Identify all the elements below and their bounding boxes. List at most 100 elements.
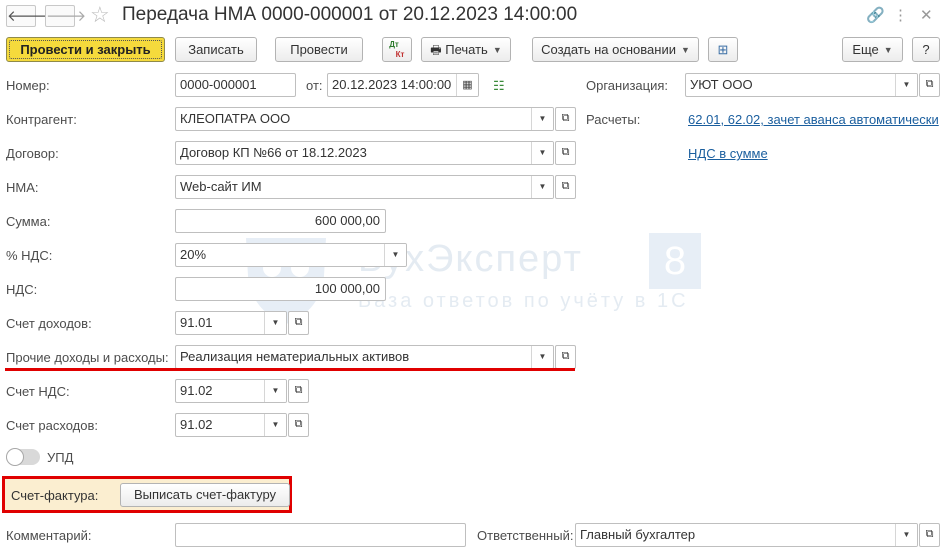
chevron-down-icon[interactable]: ▼ xyxy=(264,312,286,334)
open-icon: ⧉ xyxy=(561,146,570,158)
upd-toggle[interactable] xyxy=(6,448,40,466)
open-icon: ⧉ xyxy=(925,528,934,540)
open-icon: ⧉ xyxy=(561,350,570,362)
create-based-label: Создать на основании xyxy=(541,42,676,57)
structure-icon: ⊞ xyxy=(717,42,729,57)
printer-icon: 🖶 xyxy=(430,43,442,57)
other-income-label: Прочие доходы и расходы: xyxy=(6,350,169,365)
vat-field[interactable]: 100 000,00 xyxy=(175,277,386,301)
star-icon[interactable]: ☆ xyxy=(90,2,110,28)
chevron-down-icon[interactable]: ▼ xyxy=(895,74,917,96)
open-icon: ⧉ xyxy=(294,316,303,328)
arrow-right-icon: 🡒 xyxy=(46,8,87,25)
open-icon: ⧉ xyxy=(561,112,570,124)
print-button[interactable]: 🖶 Печать ▼ xyxy=(421,37,511,62)
chevron-down-icon[interactable]: ▼ xyxy=(531,346,553,368)
vat-rate-label: % НДС: xyxy=(6,248,53,263)
comment-field[interactable] xyxy=(175,523,466,547)
number-label: Номер: xyxy=(6,78,50,93)
help-label: ? xyxy=(922,42,930,57)
chevron-down-icon: ▼ xyxy=(883,45,893,55)
other-income-open-button[interactable]: ⧉ xyxy=(555,345,576,369)
back-button[interactable]: 🡐 xyxy=(6,5,47,27)
vat-account-field[interactable]: 91.02 ▼ xyxy=(175,379,287,403)
sum-label: Сумма: xyxy=(6,214,51,229)
expense-account-open-button[interactable]: ⧉ xyxy=(288,413,309,437)
arrow-left-icon: 🡐 xyxy=(7,8,48,25)
settlements-label: Расчеты: xyxy=(586,112,641,127)
chevron-down-icon: ▼ xyxy=(680,45,690,55)
chevron-down-icon: ▼ xyxy=(492,45,502,55)
expense-account-label: Счет расходов: xyxy=(6,418,98,433)
close-icon[interactable]: ✕ xyxy=(920,6,933,24)
chevron-down-icon[interactable]: ▼ xyxy=(531,176,553,198)
dt-kt-button[interactable]: Дт Кт xyxy=(382,37,412,62)
responsible-field[interactable]: Главный бухгалтер ▼ xyxy=(575,523,918,547)
post-label: Провести xyxy=(290,42,348,57)
settlements-link[interactable]: 62.01, 62.02, зачет аванса автоматически xyxy=(688,112,939,127)
link-icon[interactable]: 🔗 xyxy=(866,6,885,24)
organization-field[interactable]: УЮТ ООО ▼ xyxy=(685,73,918,97)
other-income-field[interactable]: Реализация нематериальных активов ▼ xyxy=(175,345,554,369)
number-history-icon[interactable]: ☷ xyxy=(493,78,505,94)
toggle-knob xyxy=(6,448,24,466)
create-invoice-label: Выписать счет-фактуру xyxy=(133,487,277,502)
nma-open-button[interactable]: ⧉ xyxy=(555,175,576,199)
dt-icon: Дт xyxy=(389,40,399,49)
organization-value: УЮТ ООО xyxy=(690,77,753,92)
other-income-value: Реализация нематериальных активов xyxy=(180,349,410,364)
chevron-down-icon[interactable]: ▼ xyxy=(264,414,286,436)
organization-open-button[interactable]: ⧉ xyxy=(919,73,940,97)
nma-value: Web-сайт ИМ xyxy=(180,179,262,194)
date-value: 20.12.2023 14:00:00 xyxy=(332,77,452,92)
open-icon: ⧉ xyxy=(294,384,303,396)
counterparty-field[interactable]: КЛЕОПАТРА ООО ▼ xyxy=(175,107,554,131)
responsible-label: Ответственный: xyxy=(477,528,574,543)
post-and-close-button[interactable]: Провести и закрыть xyxy=(6,37,165,62)
chevron-down-icon[interactable]: ▼ xyxy=(384,244,406,266)
contract-open-button[interactable]: ⧉ xyxy=(555,141,576,165)
post-button[interactable]: Провести xyxy=(275,37,363,62)
open-icon: ⧉ xyxy=(925,78,934,90)
income-account-value: 91.01 xyxy=(180,315,213,330)
nma-label: НМА: xyxy=(6,180,39,195)
upd-label: УПД xyxy=(47,450,74,465)
income-account-open-button[interactable]: ⧉ xyxy=(288,311,309,335)
date-field[interactable]: 20.12.2023 14:00:00 ▦ xyxy=(327,73,479,97)
income-account-field[interactable]: 91.01 ▼ xyxy=(175,311,287,335)
date-label: от: xyxy=(306,78,323,93)
open-icon: ⧉ xyxy=(561,180,570,192)
menu-dots-icon[interactable]: ⋮ xyxy=(893,6,908,24)
watermark-brand-number: 8 xyxy=(649,233,701,289)
counterparty-label: Контрагент: xyxy=(6,112,77,127)
structure-button[interactable]: ⊞ xyxy=(708,37,738,62)
save-button[interactable]: Записать xyxy=(175,37,257,62)
invoice-panel: Счет-фактура: Выписать счет-фактуру xyxy=(2,476,292,513)
vat-account-open-button[interactable]: ⧉ xyxy=(288,379,309,403)
invoice-label: Счет-фактура: xyxy=(11,488,99,503)
calendar-icon[interactable]: ▦ xyxy=(456,74,478,96)
nma-field[interactable]: Web-сайт ИМ ▼ xyxy=(175,175,554,199)
contract-field[interactable]: Договор КП №66 от 18.12.2023 ▼ xyxy=(175,141,554,165)
open-icon: ⧉ xyxy=(294,418,303,430)
vat-mode-link[interactable]: НДС в сумме xyxy=(688,146,768,161)
chevron-down-icon[interactable]: ▼ xyxy=(895,524,917,546)
sum-field[interactable]: 600 000,00 xyxy=(175,209,386,233)
expense-account-field[interactable]: 91.02 ▼ xyxy=(175,413,287,437)
vat-account-label: Счет НДС: xyxy=(6,384,70,399)
create-based-on-button[interactable]: Создать на основании ▼ xyxy=(532,37,699,62)
chevron-down-icon[interactable]: ▼ xyxy=(531,142,553,164)
responsible-open-button[interactable]: ⧉ xyxy=(919,523,940,547)
chevron-down-icon[interactable]: ▼ xyxy=(531,108,553,130)
comment-label: Комментарий: xyxy=(6,528,92,543)
vat-rate-value: 20% xyxy=(180,247,207,262)
more-button[interactable]: Еще ▼ xyxy=(842,37,903,62)
help-button[interactable]: ? xyxy=(912,37,940,62)
counterparty-open-button[interactable]: ⧉ xyxy=(555,107,576,131)
save-label: Записать xyxy=(188,42,244,57)
forward-button[interactable]: 🡒 xyxy=(45,5,86,27)
create-invoice-button[interactable]: Выписать счет-фактуру xyxy=(120,483,290,507)
chevron-down-icon[interactable]: ▼ xyxy=(264,380,286,402)
number-field[interactable]: 0000-000001 xyxy=(175,73,296,97)
vat-rate-field[interactable]: 20% ▼ xyxy=(175,243,407,267)
